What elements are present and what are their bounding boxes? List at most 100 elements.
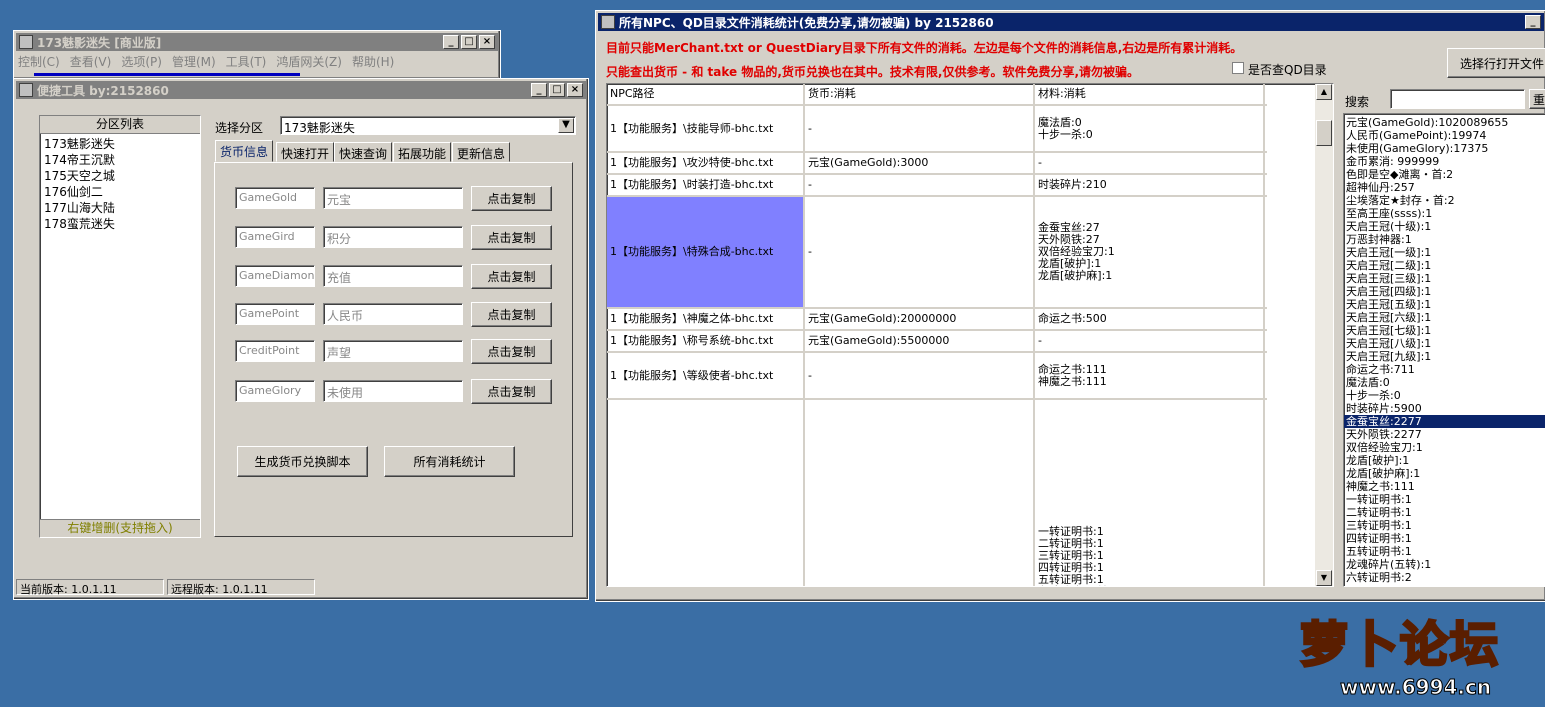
copy-button[interactable]: 点击复制 [471, 264, 552, 289]
menu-tools[interactable]: 工具(T) [226, 53, 267, 70]
scroll-up-icon[interactable]: ▲ [1316, 84, 1332, 100]
currency-name-field[interactable]: 声望 [323, 340, 463, 362]
menu-manage[interactable]: 管理(M) [172, 53, 216, 70]
close-icon[interactable]: × [567, 83, 583, 97]
list-item[interactable]: 超神仙丹:257 [1344, 181, 1545, 194]
list-item[interactable]: 天启王冠(十级):1 [1344, 220, 1545, 233]
currency-key-field[interactable]: GamePoint [235, 303, 315, 325]
tab-currency[interactable]: 货币信息 [215, 140, 274, 162]
stats-grid[interactable]: NPC路径 货币:消耗 材料:消耗 1【功能服务】\技能导师-bhc.txt - 魔法盾:… [606, 83, 1334, 587]
list-item[interactable]: 双倍经验宝刀:1 [1344, 441, 1545, 454]
table-row[interactable]: 一转证明书:1 二转证明书:1 三转证明书:1 四转证明书:1 五转证明书:1 … [607, 400, 1267, 586]
list-item[interactable]: 金蚕宝丝:2277 [1344, 415, 1545, 428]
partition-select[interactable]: 173魅影迷失 ▼ [280, 116, 576, 135]
grid-scrollbar[interactable]: ▲ ▼ [1315, 84, 1333, 586]
list-item[interactable]: 命运之书:711 [1344, 363, 1545, 376]
scroll-thumb[interactable] [1316, 120, 1332, 146]
list-item[interactable]: 天启王冠[七级]:1 [1344, 324, 1545, 337]
minimize-icon[interactable]: _ [443, 35, 459, 49]
currency-key-field[interactable]: GameGird [235, 226, 315, 248]
currency-name-field[interactable]: 元宝 [323, 187, 463, 209]
list-item[interactable]: 六转证明书:2 [1344, 571, 1545, 584]
all-stats-button[interactable]: 所有消耗统计 [384, 446, 515, 477]
list-item[interactable]: 龙盾[破护]:1 [1344, 454, 1545, 467]
tab-extensions[interactable]: 拓展功能 [393, 142, 452, 162]
list-item[interactable]: 天启王冠[六级]:1 [1344, 311, 1545, 324]
currency-name-field[interactable]: 人民币 [323, 303, 463, 325]
column-header[interactable]: 材料:消耗 [1035, 84, 1265, 104]
menu-options[interactable]: 选项(P) [121, 53, 162, 70]
partition-item[interactable]: 177山海大陆 [44, 200, 196, 216]
menu-gateway[interactable]: 鸿盾网关(Z) [276, 53, 342, 70]
copy-button[interactable]: 点击复制 [471, 186, 552, 211]
list-item[interactable]: 四转证明书:1 [1344, 532, 1545, 545]
currency-name-field[interactable]: 积分 [323, 226, 463, 248]
maximize-icon[interactable]: □ [461, 35, 477, 49]
list-item[interactable]: 天启王冠[三级]:1 [1344, 272, 1545, 285]
tab-quick-open[interactable]: 快速打开 [276, 142, 335, 162]
close-icon[interactable]: × [479, 35, 495, 49]
tab-quick-query[interactable]: 快速查询 [334, 142, 393, 162]
totals-list[interactable]: 元宝(GameGold):1020089655 人民币(GamePoint):19… [1343, 113, 1545, 587]
list-item[interactable]: 天外陨铁:2277 [1344, 428, 1545, 441]
minimize-icon[interactable]: _ [531, 83, 547, 97]
search-reset-button[interactable]: 重 [1529, 89, 1545, 109]
table-row[interactable]: 1【功能服务】\技能导师-bhc.txt - 魔法盾:0 十步一杀:0 [607, 106, 1267, 153]
list-item[interactable]: 十步一杀:0 [1344, 389, 1545, 402]
list-item[interactable]: 龙魂碎片(五转):1 [1344, 558, 1545, 571]
currency-name-field[interactable]: 充值 [323, 265, 463, 287]
list-item[interactable]: 天启王冠[八级]:1 [1344, 337, 1545, 350]
list-item[interactable]: 人民币(GamePoint):19974 [1344, 129, 1545, 142]
partition-item[interactable]: 176仙剑二 [44, 184, 196, 200]
minimize-icon[interactable]: _ [1525, 15, 1541, 29]
tab-updates[interactable]: 更新信息 [452, 142, 511, 162]
list-item[interactable]: 天启王冠[四级]:1 [1344, 285, 1545, 298]
table-row[interactable]: 1【功能服务】\神魔之体-bhc.txt 元宝(GameGold):2000000… [607, 309, 1267, 331]
partition-list[interactable]: 分区列表 173魅影迷失 174帝王沉默 175天空之城 176仙剑二 177山海大陆 1… [39, 115, 201, 538]
list-item[interactable]: 元宝(GameGold):1020089655 [1344, 116, 1545, 129]
list-item[interactable]: 龙盾[破护麻]:1 [1344, 467, 1545, 480]
partition-item[interactable]: 178蛮荒迷失 [44, 216, 196, 232]
list-item[interactable]: 未使用(GameGlory):17375 [1344, 142, 1545, 155]
list-item[interactable]: 神魔之书:111 [1344, 480, 1545, 493]
list-item[interactable]: 五转证明书:1 [1344, 545, 1545, 558]
table-row[interactable]: 1【功能服务】\攻沙特使-bhc.txt 元宝(GameGold):3000- [607, 153, 1267, 175]
currency-key-field[interactable]: GameGlory [235, 380, 315, 402]
currency-key-field[interactable]: GameGold [235, 187, 315, 209]
qd-checkbox[interactable] [1232, 62, 1244, 74]
currency-key-field[interactable]: CreditPoint [235, 340, 315, 362]
generate-script-button[interactable]: 生成货币兑换脚本 [237, 446, 368, 477]
list-item[interactable]: 天启王冠[五级]:1 [1344, 298, 1545, 311]
list-item[interactable]: 三转证明书:1 [1344, 519, 1545, 532]
open-file-button[interactable]: 选择行打开文件 [1447, 48, 1545, 78]
table-row[interactable]: 1【功能服务】\特殊合成-bhc.txt - 金蚕宝丝:27 天外陨铁:27 双倍经… [607, 197, 1267, 309]
copy-button[interactable]: 点击复制 [471, 379, 552, 404]
partition-item[interactable]: 174帝王沉默 [44, 152, 196, 168]
list-item[interactable]: 天启王冠[九级]:1 [1344, 350, 1545, 363]
menu-view[interactable]: 查看(V) [70, 53, 112, 70]
scroll-down-icon[interactable]: ▼ [1316, 570, 1332, 586]
qd-checkbox-label[interactable]: 是否查QD目录 [1248, 61, 1327, 78]
maximize-icon[interactable]: □ [549, 83, 565, 97]
chevron-down-icon[interactable]: ▼ [558, 118, 574, 133]
column-header[interactable]: 货币:消耗 [805, 84, 1035, 104]
list-item[interactable]: 天启王冠[二级]:1 [1344, 259, 1545, 272]
list-item[interactable]: 一转证明书:1 [1344, 493, 1545, 506]
copy-button[interactable]: 点击复制 [471, 339, 552, 364]
menu-control[interactable]: 控制(C) [18, 53, 60, 70]
currency-key-field[interactable]: GameDiamond [235, 265, 315, 287]
table-row[interactable]: 1【功能服务】\称号系统-bhc.txt 元宝(GameGold):5500000… [607, 331, 1267, 353]
list-item[interactable]: 天启王冠[一级]:1 [1344, 246, 1545, 259]
currency-name-field[interactable]: 未使用 [323, 380, 463, 402]
list-item[interactable]: 魔法盾:0 [1344, 376, 1545, 389]
list-item[interactable]: 至高王座(ssss):1 [1344, 207, 1545, 220]
list-item[interactable]: 万恶封神器:1 [1344, 233, 1545, 246]
copy-button[interactable]: 点击复制 [471, 302, 552, 327]
list-item[interactable]: 色即是空◆滩离・首:2 [1344, 168, 1545, 181]
copy-button[interactable]: 点击复制 [471, 225, 552, 250]
list-item[interactable]: 二转证明书:1 [1344, 506, 1545, 519]
list-item[interactable]: 金币累消: 999999 [1344, 155, 1545, 168]
menu-help[interactable]: 帮助(H) [352, 53, 394, 70]
list-item[interactable]: 尘埃落定★封存・首:2 [1344, 194, 1545, 207]
search-input[interactable] [1390, 89, 1525, 109]
